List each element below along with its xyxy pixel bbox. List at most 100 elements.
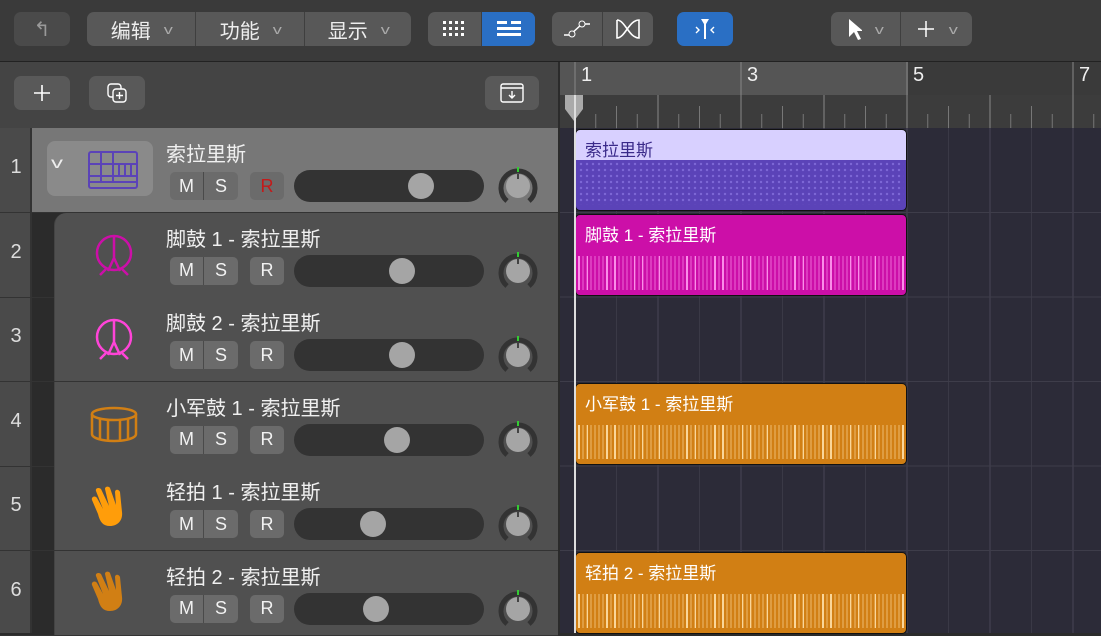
pan-knob[interactable] [497,503,539,545]
track-number: 5 [10,494,22,516]
marquee-tool-menu[interactable]: v [901,12,972,46]
tracks-header [0,62,558,128]
chevron-down-icon: v [163,21,173,37]
download-icon [500,83,524,103]
edit-menu[interactable]: 编辑 v [87,12,196,46]
solo-button[interactable]: S [204,510,238,538]
crossfade-button[interactable] [603,12,653,46]
functions-menu[interactable]: 功能 v [196,12,305,46]
mute-solo: MS [170,256,238,285]
volume-slider-knob[interactable] [388,257,415,284]
hand-clap-icon [86,569,142,619]
chevron-down-icon: v [272,21,282,37]
menu-label: 功能 [219,20,260,43]
back-button[interactable]: ↰ [14,12,70,46]
solo-button[interactable]: S [204,172,238,200]
solo-button[interactable]: S [204,595,238,623]
grid-view-button[interactable] [428,12,482,46]
automation-icon [564,20,590,38]
playhead-line[interactable] [574,95,576,633]
volume-slider[interactable] [294,423,484,456]
region[interactable]: 小军鼓 1 - 索拉里斯 [575,382,907,465]
region-name: 脚鼓 1 - 索拉里斯 [585,225,717,245]
track-row[interactable]: 5 轻拍 1 - 索拉里斯 MS R [0,466,558,551]
add-track-button[interactable] [14,76,70,110]
pan-knob[interactable] [497,250,539,292]
drum-machine-icon [86,146,142,196]
record-enable-button[interactable]: R [250,594,284,623]
mute-solo: MS [170,510,238,538]
marquee-tool-icon [918,21,935,37]
hand-clap-icon [86,484,142,534]
mute-button[interactable]: M [170,510,204,538]
volume-slider[interactable] [294,339,484,371]
chevron-down-icon: v [874,21,885,37]
track-name[interactable]: 轻拍 1 - 索拉里斯 [166,476,320,505]
track-name[interactable]: 轻拍 2 - 索拉里斯 [166,561,320,590]
mute-button[interactable]: M [170,425,204,454]
volume-slider[interactable] [294,254,484,287]
catch-playhead-button[interactable] [677,12,733,46]
pointer-tool-menu[interactable]: v [831,12,901,46]
solo-button[interactable]: S [204,257,238,285]
volume-slider-knob[interactable] [407,173,434,199]
pan-knob[interactable] [497,334,539,376]
view-menu[interactable]: 显示 v [305,12,411,46]
mute-button[interactable]: M [170,172,204,200]
bar-number: 5 [913,64,925,86]
track-row[interactable]: 4 小军鼓 1 - 索拉里斯 MS R [0,381,558,467]
pan-knob[interactable] [497,165,539,207]
duplicate-track-icon [107,83,127,103]
record-enable-button[interactable]: R [250,510,284,538]
ruler-ticks [574,62,1095,128]
mute-button[interactable]: M [170,341,204,369]
crossfade-icon [616,19,640,39]
track-number: 2 [10,240,22,263]
bar-number: 7 [1079,64,1091,86]
volume-slider[interactable] [294,170,484,202]
list-view-button[interactable] [482,12,535,46]
ruler[interactable]: 1 3 5 7 [560,62,1101,128]
volume-slider-knob[interactable] [388,342,415,368]
track-number: 6 [10,578,22,601]
duplicate-track-button[interactable] [89,76,145,110]
region-notes [578,424,904,459]
disclosure-chevron-icon[interactable]: v [51,155,63,173]
record-enable-button[interactable]: R [250,256,284,285]
toolbar: ↰ 编辑 v 功能 v 显示 v v v [0,0,1101,62]
tool-group: v v [831,12,972,46]
track-name[interactable]: 脚鼓 1 - 索拉里斯 [166,223,320,252]
volume-slider[interactable] [294,592,484,625]
pan-knob[interactable] [497,419,539,461]
track-row[interactable]: 6 轻拍 2 - 索拉里斯 MS R [0,550,558,636]
track-row[interactable]: 3 脚鼓 2 - 索拉里斯 MS R [0,297,558,382]
download-button[interactable] [485,76,539,110]
track-row[interactable]: 2 脚鼓 1 - 索拉里斯 MS R [0,212,558,298]
volume-slider[interactable] [294,508,484,540]
kick-drum-icon [86,231,142,281]
automation-button[interactable] [552,12,603,46]
solo-button[interactable]: S [204,426,238,454]
volume-slider-knob[interactable] [363,595,390,622]
record-enable-button[interactable]: R [250,172,284,200]
mute-button[interactable]: M [170,256,204,285]
region[interactable]: 轻拍 2 - 索拉里斯 [575,551,907,634]
record-enable-button[interactable]: R [250,341,284,369]
volume-slider-knob[interactable] [383,426,410,453]
menu-group: 编辑 v 功能 v 显示 v [87,12,411,46]
region[interactable]: 索拉里斯 [575,129,907,211]
region[interactable]: 脚鼓 1 - 索拉里斯 [575,213,907,296]
catch-playhead-icon [695,19,715,39]
track-name[interactable]: 脚鼓 2 - 索拉里斯 [166,307,320,336]
record-enable-button[interactable]: R [250,425,284,454]
solo-button[interactable]: S [204,341,238,369]
track-name[interactable]: 索拉里斯 [166,138,246,167]
volume-slider-knob[interactable] [360,511,387,537]
region-name: 轻拍 2 - 索拉里斯 [585,563,717,583]
arrange-area[interactable]: 索拉里斯脚鼓 1 - 索拉里斯小军鼓 1 - 索拉里斯轻拍 2 - 索拉里斯 [560,128,1101,634]
region-name: 索拉里斯 [585,141,653,160]
track-name[interactable]: 小军鼓 1 - 索拉里斯 [166,392,340,421]
track-row[interactable]: 1 v 索拉里斯 MS R [0,128,558,213]
mute-button[interactable]: M [170,594,204,623]
pan-knob[interactable] [497,588,539,630]
